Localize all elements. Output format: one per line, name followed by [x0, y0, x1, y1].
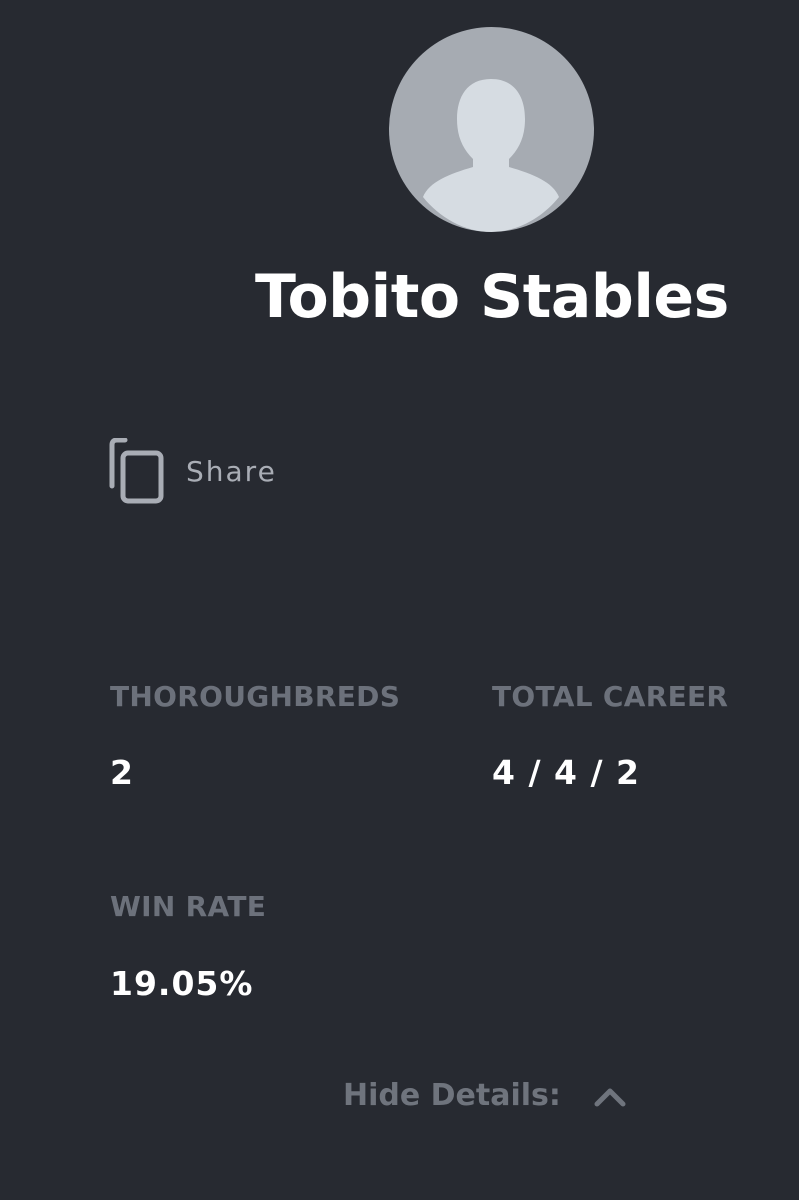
- share-label[interactable]: Share: [186, 455, 277, 489]
- total-career-value: 4 / 4 / 2: [492, 753, 640, 792]
- win-rate-value: 19.05%: [110, 964, 254, 1003]
- thoroughbreds-label: THOROUGHBREDS: [110, 680, 401, 713]
- thoroughbreds-value: 2: [110, 753, 134, 792]
- hide-details-label[interactable]: Hide Details:: [343, 1076, 561, 1116]
- hide-details-button[interactable]: Hide Details:: [343, 1076, 627, 1116]
- share-button[interactable]: Share: [108, 438, 277, 506]
- total-career-label: TOTAL CAREER: [492, 680, 729, 713]
- copy-icon[interactable]: [108, 438, 168, 506]
- stable-name: Tobito Stables: [255, 262, 729, 332]
- default-user-avatar-icon: [423, 79, 559, 232]
- avatar: [389, 27, 594, 232]
- chevron-up-icon[interactable]: [593, 1084, 627, 1108]
- win-rate-label: WIN RATE: [110, 890, 267, 923]
